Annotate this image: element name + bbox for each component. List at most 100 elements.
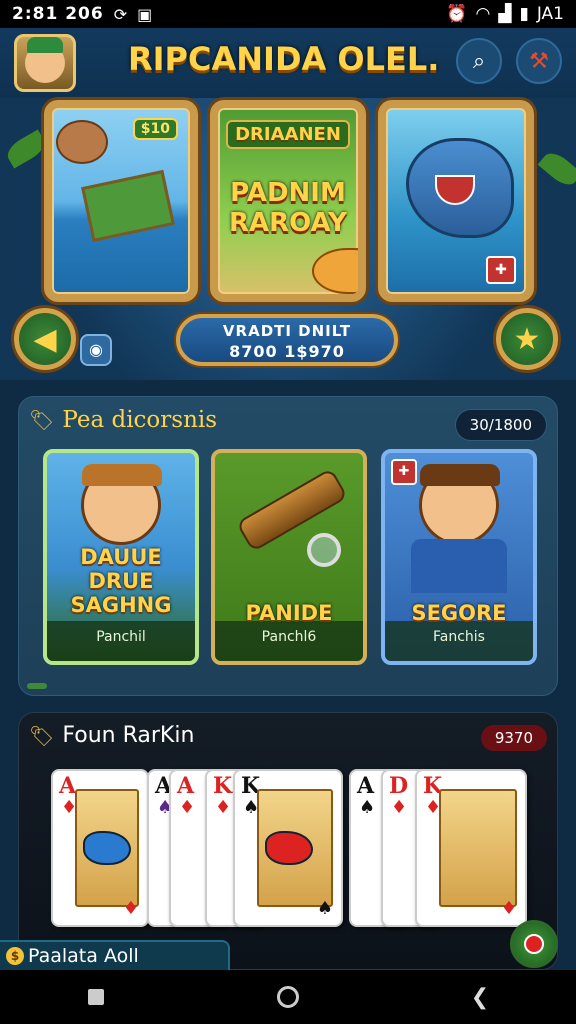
tools-button[interactable]: ⚒: [516, 38, 562, 84]
signal-icon: ▟: [498, 4, 512, 24]
leaf-decoration: [537, 147, 576, 191]
wifi-icon: ◠: [475, 4, 491, 24]
app-title: RIPCANIDA OLEL.: [128, 40, 440, 78]
gift-icon[interactable]: ✚: [486, 256, 516, 284]
explorer-character-icon: [81, 464, 162, 545]
lumberjack-character-icon: [419, 464, 500, 545]
gift-icon[interactable]: ✚: [391, 459, 417, 485]
card-suit: ♦: [391, 797, 408, 818]
card-art: [75, 789, 139, 907]
card-suit-bottom: ♠: [316, 898, 333, 919]
section-title-text: Pea dicorsnis: [62, 407, 218, 433]
card-suit-bottom: ♦: [500, 898, 517, 919]
game-card-title: SEGORE: [411, 601, 507, 625]
bubble-icon[interactable]: ◉: [80, 334, 112, 366]
cards-section: 🏷 Foun RarKin 9370 A ♦ ♦ A ♠ A ♦ K ♦ K ♠…: [18, 712, 558, 970]
circle-icon: [277, 986, 299, 1008]
section-title: 🏷 Pea dicorsnis: [29, 407, 217, 433]
alarm-icon: ⏰: [446, 4, 468, 24]
status-right: ⏰ ◠ ▟ ▮ JA1: [446, 4, 564, 24]
card-rank: A: [177, 773, 195, 799]
game-card-subtitle: Panchil: [96, 629, 146, 645]
banner-top-label: DRIAANEN: [226, 120, 350, 149]
leaf-decoration: [3, 129, 49, 169]
promo-line-1: VRADTI DNILT: [222, 322, 352, 340]
chevron-left-icon: ❮: [470, 984, 490, 1010]
card-suit: ♠: [359, 797, 376, 818]
boat-sail-icon: [81, 169, 175, 243]
card-art: [257, 789, 333, 907]
avatar[interactable]: [14, 34, 76, 92]
coin-icon: $: [6, 947, 24, 965]
tag-icon: 🏷: [29, 723, 55, 748]
hair-icon: [420, 464, 500, 486]
magnifier-icon: [307, 533, 341, 567]
hat-icon: [82, 464, 162, 486]
card-art: [439, 789, 517, 907]
game-card-title: PANIDE: [245, 601, 333, 625]
status-right-text: JA1: [536, 4, 564, 24]
overalls-icon: [411, 539, 507, 593]
playing-card[interactable]: K ♦ ♦: [415, 769, 527, 927]
card-rank: A: [59, 773, 77, 799]
avatar-hat-icon: [27, 37, 63, 53]
games-section: 🏷 Pea dicorsnis 30/1800 DAUUE DRUE SAGHN…: [18, 396, 558, 696]
dolphin-mouth: [435, 175, 475, 205]
status-bar: 2:81 206 ⟳ ▣ ⏰ ◠ ▟ ▮ JA1: [0, 0, 576, 28]
parrot-icon: [265, 831, 313, 865]
home-button[interactable]: [268, 977, 308, 1017]
playing-card[interactable]: K ♠ ♠: [233, 769, 343, 927]
playing-card[interactable]: A ♦ ♦: [51, 769, 149, 927]
triangle-left-icon: ◀: [33, 321, 57, 357]
red-dot-icon: [524, 934, 544, 954]
battery-icon: ▮: [519, 4, 529, 24]
game-card[interactable]: ✚ SEGORE Fanchis: [381, 449, 537, 665]
price-badge: $10: [132, 118, 178, 140]
hammer-icon: ⚒: [529, 48, 549, 74]
banner-main-label: PADNIM RAROAY: [228, 178, 348, 238]
section-count-badge: 30/1800: [454, 409, 547, 441]
carousel-next-button[interactable]: ★: [496, 308, 558, 370]
sync-icon: ⟳: [113, 4, 128, 24]
promo-pill[interactable]: VRADTI DNILT 8700 1$970: [176, 314, 398, 366]
featured-carousel: $10 DRIAANEN PADNIM RAROAY ✚ ◀ ◉ VRADTI …: [0, 98, 576, 380]
card-suit-bottom: ♦: [122, 898, 139, 919]
section-count-badge: 9370: [480, 725, 547, 751]
game-card-subtitle: Panchl6: [261, 629, 317, 645]
section-title-text: Foun RarKin: [62, 723, 195, 748]
featured-banner-1[interactable]: $10: [44, 100, 198, 302]
game-lobby-screen: 2:81 206 ⟳ ▣ ⏰ ◠ ▟ ▮ JA1 RIPCANIDA OLEL.…: [0, 0, 576, 1024]
lion-icon: [56, 120, 108, 164]
floating-action-button[interactable]: [510, 920, 558, 968]
avatar-face-icon: [25, 37, 65, 83]
tag-icon: 🏷: [29, 408, 55, 432]
card-rank: A: [357, 773, 375, 799]
bottom-promo-strip[interactable]: $ Paalata Aoll: [0, 940, 230, 970]
game-card[interactable]: PANIDE Panchl6: [211, 449, 367, 665]
dolphin-icon: [406, 138, 514, 238]
featured-banner-3[interactable]: ✚: [378, 100, 534, 302]
section-title: 🏷 Foun RarKin: [29, 723, 194, 748]
bottom-strip-label: Paalata Aoll: [28, 945, 139, 967]
card-suit: ♦: [179, 797, 196, 818]
fish-icon: [83, 831, 131, 865]
recents-button[interactable]: [76, 977, 116, 1017]
card-rank: D: [389, 773, 409, 799]
system-nav-bar: ❮: [0, 970, 576, 1024]
scroll-indicator: [27, 683, 47, 689]
back-button[interactable]: ❮: [460, 977, 500, 1017]
card-suit: ♦: [215, 797, 232, 818]
promo-line-2: 8700 1$970: [229, 342, 345, 361]
game-card-subtitle: Fanchis: [433, 629, 485, 645]
square-icon: [88, 989, 104, 1005]
search-button[interactable]: ⌕: [456, 38, 502, 84]
featured-banner-2[interactable]: DRIAANEN PADNIM RAROAY: [210, 100, 366, 302]
app-header: RIPCANIDA OLEL. ⌕ ⚒: [0, 28, 576, 98]
game-card-title: DAUUE DRUE SAGHNG: [70, 545, 172, 617]
game-card[interactable]: DAUUE DRUE SAGHNG Panchil: [43, 449, 199, 665]
card-rank: K: [213, 773, 233, 799]
fish-icon: [312, 248, 358, 294]
search-icon: ⌕: [472, 48, 486, 74]
status-time: 2:81 206: [12, 4, 104, 24]
carousel-prev-button[interactable]: ◀: [14, 308, 76, 370]
